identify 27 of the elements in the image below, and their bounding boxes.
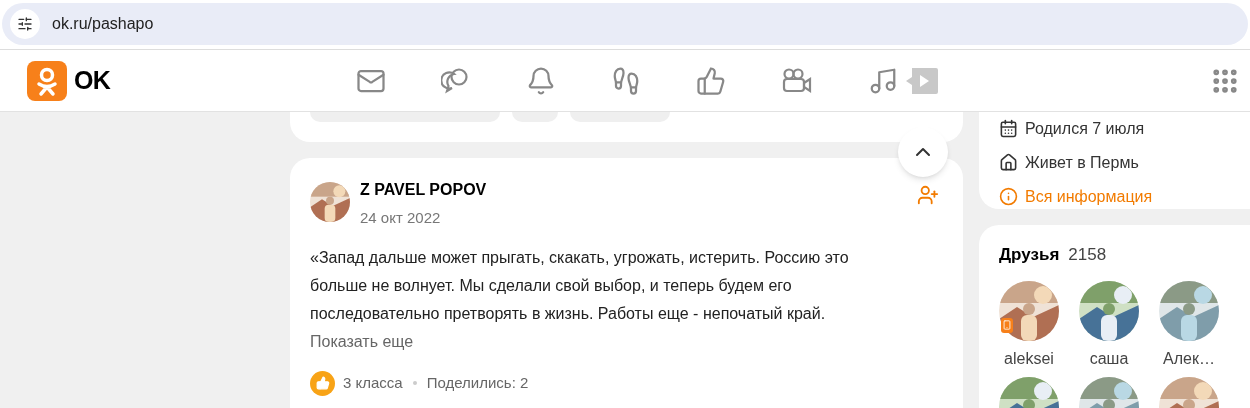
friends-count: 2158 (1068, 244, 1107, 266)
like-icon[interactable] (315, 376, 330, 390)
calendar-icon (999, 119, 1018, 138)
friend-item[interactable]: aleksei (989, 280, 1069, 371)
profile-fact: Живет в Пермь (1025, 152, 1139, 173)
show-more-link[interactable]: Показать еще (310, 332, 414, 350)
logo-text: OK (74, 64, 111, 96)
thumbs-up-icon[interactable] (696, 65, 727, 96)
profile-fact: Родился 7 июля (1025, 118, 1145, 139)
site-settings-icon[interactable] (17, 16, 33, 32)
likes-count[interactable]: 3 класса (343, 371, 403, 395)
post-text: «Запад дальше может прыгать, скакать, угрожать, истерить. Россию это больше не волнует. Мы сделали свой выбор, и теперь будем его последовательно претворять в жизнь. Работы еще - непочатый край. (310, 247, 850, 324)
shares-count[interactable]: Поделились: 2 (426, 371, 529, 395)
author-avatar[interactable] (310, 182, 350, 222)
friend-item[interactable]: саша (1069, 280, 1149, 371)
friends-title[interactable]: Друзья (999, 242, 1060, 268)
friend-item[interactable]: Алек… (1149, 280, 1229, 371)
house-icon (999, 153, 1018, 172)
add-friend-icon[interactable] (917, 184, 939, 206)
author-name[interactable]: Z PAVEL POPOV (360, 180, 487, 200)
video-camera-icon[interactable] (781, 66, 814, 95)
url-text: ok.ru/pashapo (52, 14, 154, 34)
logo[interactable]: OK (27, 60, 111, 101)
ok-logo-icon (27, 60, 67, 101)
post-date: 24 окт 2022 (360, 208, 442, 228)
address-bar[interactable]: ok.ru/pashapo (2, 3, 1248, 45)
info-icon (999, 187, 1018, 206)
